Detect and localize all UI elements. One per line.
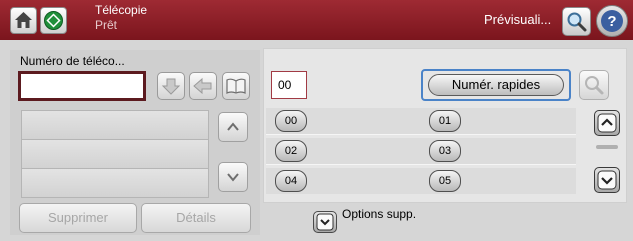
arrow-down-icon: [161, 78, 181, 95]
delete-button[interactable]: Supprimer: [19, 203, 137, 233]
start-icon: [44, 11, 63, 30]
app-status: Prêt: [95, 18, 118, 32]
help-icon: ?: [601, 10, 623, 32]
speed-dial-scroll-up-button[interactable]: [594, 110, 620, 136]
table-row: [266, 108, 576, 134]
speed-dial-entry[interactable]: 03: [429, 140, 461, 162]
chevron-down-icon: [597, 170, 617, 190]
search-icon: [585, 76, 604, 95]
list-item[interactable]: [21, 110, 209, 140]
table-row: [266, 168, 576, 194]
speed-dial-entry[interactable]: 00: [275, 110, 307, 132]
address-book-button[interactable]: [222, 72, 250, 100]
list-scroll-up-button[interactable]: [218, 112, 248, 142]
svg-text:?: ?: [607, 13, 616, 30]
scroll-handle[interactable]: [596, 145, 618, 149]
speed-dial-entry[interactable]: 02: [275, 140, 307, 162]
chevron-down-icon: [316, 213, 334, 231]
fax-number-label: Numéro de téléco...: [20, 54, 125, 68]
magnifier-icon: [567, 12, 587, 32]
speed-dial-scroll-down-button[interactable]: [594, 167, 620, 193]
speed-dial-code-input[interactable]: 00: [271, 71, 307, 99]
preview-button[interactable]: [562, 7, 591, 36]
fax-number-input[interactable]: [18, 71, 146, 101]
speed-dial-entry[interactable]: 05: [429, 170, 461, 192]
search-button[interactable]: [579, 70, 609, 100]
row-divider: [266, 164, 576, 165]
table-row: [266, 138, 576, 164]
app-title: Télécopie: [95, 3, 148, 17]
list-scroll-down-button[interactable]: [218, 162, 248, 192]
details-button[interactable]: Détails: [141, 203, 251, 233]
list-item[interactable]: [21, 168, 209, 198]
speed-dials-button[interactable]: Numér. rapides: [428, 74, 564, 96]
fax-app-button[interactable]: [40, 7, 67, 34]
book-icon: [226, 78, 246, 94]
home-button[interactable]: [10, 7, 37, 34]
chevron-up-icon: [227, 122, 239, 131]
row-divider: [266, 134, 576, 135]
arrow-left-icon: [193, 77, 212, 95]
home-icon: [15, 12, 32, 28]
list-item[interactable]: [21, 139, 209, 169]
chevron-up-icon: [597, 113, 617, 133]
more-options-button[interactable]: [313, 211, 337, 233]
help-button[interactable]: ?: [596, 5, 628, 37]
more-options-label: Options supp.: [342, 207, 417, 221]
speed-dial-entry[interactable]: 04: [275, 170, 307, 192]
speed-dial-entry[interactable]: 01: [429, 110, 461, 132]
add-number-button[interactable]: [157, 72, 185, 100]
chevron-down-icon: [227, 173, 239, 182]
preview-label: Prévisuali...: [484, 12, 552, 27]
backspace-button[interactable]: [189, 72, 217, 100]
